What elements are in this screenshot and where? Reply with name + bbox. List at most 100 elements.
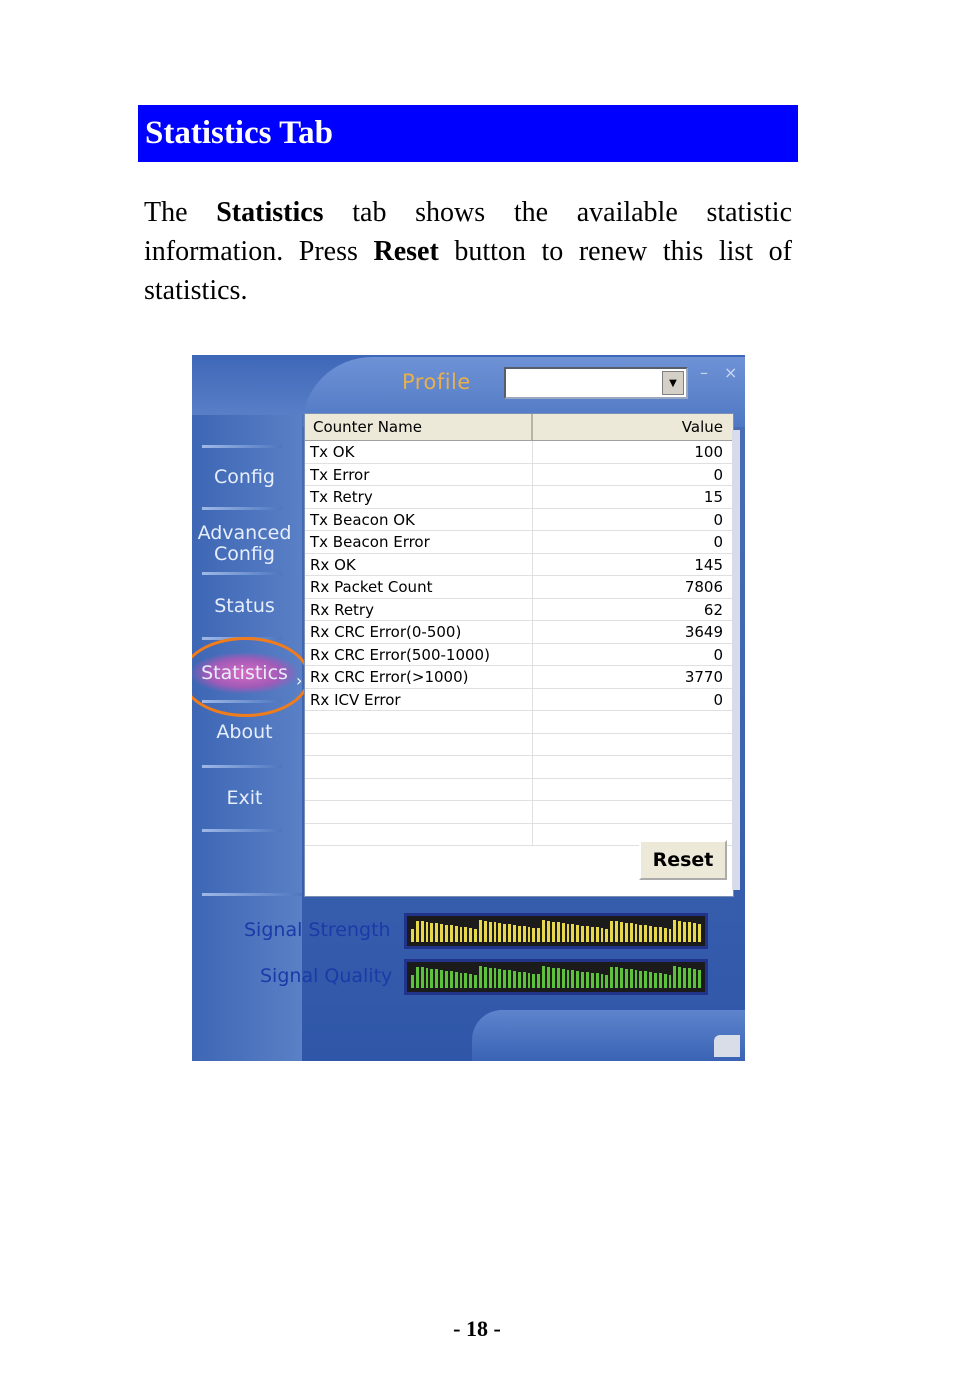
table-row[interactable]: Rx CRC Error(>1000) 3770 xyxy=(305,666,733,689)
meter-bar xyxy=(517,971,521,988)
table-row[interactable]: Rx ICV Error 0 xyxy=(305,688,733,711)
meter-bar xyxy=(532,973,536,988)
counter-name-cell: Rx CRC Error(>1000) xyxy=(305,666,533,688)
close-icon[interactable]: × xyxy=(724,363,737,382)
meter-bar xyxy=(658,973,662,988)
meter-bar xyxy=(619,967,623,988)
meter-bar xyxy=(479,966,482,988)
profile-dropdown[interactable]: ▼ xyxy=(504,367,688,399)
counter-name-cell xyxy=(305,778,533,800)
table-row[interactable]: Tx Retry 15 xyxy=(305,486,733,509)
nav-exit[interactable]: Exit xyxy=(192,788,297,809)
signal-quality-meter xyxy=(404,959,708,995)
value-cell: 3649 xyxy=(684,623,723,641)
meter-bar xyxy=(420,967,424,988)
meter-bar xyxy=(697,969,701,988)
section-title: Statistics Tab xyxy=(138,105,798,162)
meter-bar xyxy=(415,966,419,988)
meter-bar xyxy=(634,923,638,942)
value-cell: 0 xyxy=(713,645,723,664)
meter-bar xyxy=(551,921,555,942)
table-row[interactable]: Rx OK 145 xyxy=(305,553,733,576)
meter-bar xyxy=(576,970,580,988)
profile-label: Profile xyxy=(402,370,471,394)
signal-strength-bars xyxy=(411,920,701,942)
column-header-value[interactable]: Value xyxy=(533,414,733,440)
meter-bar xyxy=(474,974,478,988)
nav-config[interactable]: Config xyxy=(192,467,297,488)
meter-bar xyxy=(498,923,502,942)
table-row[interactable]: Rx CRC Error(500-1000) 0 xyxy=(305,643,733,666)
meter-bar xyxy=(474,928,478,942)
reset-term: Reset xyxy=(373,236,439,267)
meter-bar xyxy=(605,928,609,942)
counter-name-cell: Tx OK xyxy=(305,441,533,463)
counter-name-cell xyxy=(305,801,533,823)
value-cell: 62 xyxy=(703,600,723,619)
signal-strength-label: Signal Strength xyxy=(244,919,391,941)
meter-bar xyxy=(644,971,648,988)
nav-divider xyxy=(202,507,282,510)
meter-bar xyxy=(527,973,531,988)
meter-bar xyxy=(639,924,643,942)
chevron-down-icon[interactable]: ▼ xyxy=(662,371,684,395)
table-row[interactable]: Rx Retry 62 xyxy=(305,598,733,621)
meter-bar xyxy=(425,967,429,988)
table-row[interactable]: Tx Beacon OK 0 xyxy=(305,508,733,531)
counter-name-cell: Rx CRC Error(500-1000) xyxy=(305,643,533,665)
nav-status[interactable]: Status xyxy=(192,596,297,617)
meter-bar xyxy=(522,972,526,988)
meter-bar xyxy=(488,967,492,988)
nav-divider xyxy=(202,829,282,832)
value-cell xyxy=(533,779,733,801)
meter-bar xyxy=(411,974,414,988)
nav-divider xyxy=(202,765,282,768)
meter-bar xyxy=(697,923,701,942)
minimize-icon[interactable]: – xyxy=(700,363,708,382)
meter-bar xyxy=(435,969,439,988)
table-row[interactable]: Rx Packet Count 7806 xyxy=(305,576,733,599)
meter-bar xyxy=(547,920,550,942)
meter-bar xyxy=(425,921,429,942)
meter-bar xyxy=(678,921,682,942)
meter-bar xyxy=(479,920,482,942)
table-row[interactable]: Rx CRC Error(0-500) 3649 xyxy=(305,621,733,644)
meter-bar xyxy=(493,922,497,942)
nav-advanced-config[interactable]: Advanced Config xyxy=(192,523,297,565)
reset-button[interactable]: Reset xyxy=(639,840,727,880)
meter-bar xyxy=(551,967,555,988)
utility-window: Profile ▼ – × Config Advanced Config Sta… xyxy=(192,355,745,1061)
table-row[interactable]: Tx Error 0 xyxy=(305,463,733,486)
counter-name-cell: Rx CRC Error(0-500) xyxy=(305,621,533,643)
meter-bar xyxy=(493,968,497,988)
meter-bar xyxy=(459,926,463,942)
meter-bar xyxy=(445,924,448,942)
bottom-bar xyxy=(472,1010,745,1061)
table-row[interactable]: Tx OK 100 xyxy=(305,441,733,464)
resize-grip[interactable] xyxy=(714,1035,740,1057)
intro-paragraph: The Statistics tab shows the available s… xyxy=(144,197,792,306)
counter-name-cell: Rx ICV Error xyxy=(305,688,533,710)
nav-divider xyxy=(202,893,302,896)
nav-about[interactable]: About xyxy=(192,722,297,743)
meter-bar xyxy=(663,927,667,942)
chevron-right-icon: › xyxy=(296,671,303,690)
empty-row xyxy=(305,733,733,756)
meter-bar xyxy=(629,969,633,988)
statistics-panel: Counter Name Value Tx OK 100 Tx Error 0 Tx R… xyxy=(304,413,734,897)
table-row[interactable]: Tx Beacon Error 0 xyxy=(305,531,733,554)
meter-bar xyxy=(532,927,536,942)
table-body: Tx OK 100 Tx Error 0 Tx Retry 15 Tx Beacon OK 0… xyxy=(305,441,733,846)
meter-bar xyxy=(420,921,424,942)
meter-bar xyxy=(590,926,594,942)
column-header-counter-name[interactable]: Counter Name xyxy=(305,414,533,440)
meter-bar xyxy=(435,923,439,942)
meter-bar xyxy=(624,968,628,988)
meter-bar xyxy=(615,921,618,942)
value-cell: 145 xyxy=(694,555,723,574)
empty-row xyxy=(305,778,733,801)
meter-bar xyxy=(561,968,565,988)
meter-bar xyxy=(430,922,434,942)
signal-quality-bars xyxy=(411,966,701,988)
meter-bar xyxy=(508,924,512,942)
